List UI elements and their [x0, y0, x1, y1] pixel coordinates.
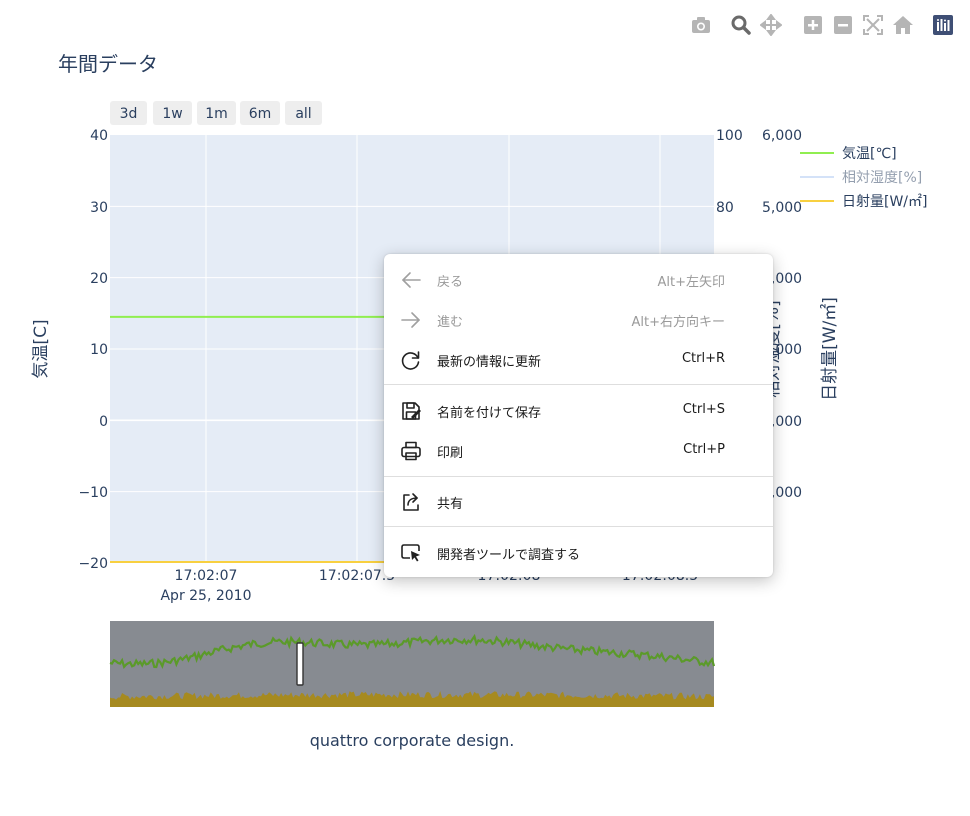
range-button-1w[interactable]: 1w — [153, 101, 192, 125]
menu-item-label: 共有 — [437, 497, 464, 512]
save-icon — [400, 400, 422, 422]
y-left-tick: 40 — [90, 128, 108, 144]
range-button-3d[interactable]: 3d — [110, 101, 147, 125]
y-right1-tick: 100 — [716, 128, 743, 144]
refresh-icon — [400, 349, 422, 371]
legend-label: 日射量[W/㎡] — [842, 194, 927, 210]
y-left-ticks: 40 30 20 10 0 −10 −20 — [78, 128, 108, 572]
menu-item-label: 最新の情報に更新 — [437, 355, 542, 370]
menu-item-save-as[interactable]: 名前を付けて保存 Ctrl+S — [384, 391, 773, 431]
menu-item-back[interactable]: 戻る Alt+左矢印 — [384, 260, 773, 300]
range-button-label: 1m — [205, 106, 228, 122]
legend-label: 気温[℃] — [842, 146, 897, 162]
menu-item-shortcut: Ctrl+P — [683, 442, 725, 457]
y-left-tick: −10 — [78, 485, 108, 501]
legend: 気温[℃] 相対湿度[%] 日射量[W/㎡] — [800, 146, 927, 210]
y-left-tick: 0 — [99, 414, 108, 430]
print-icon — [400, 440, 422, 462]
menu-item-label: 進む — [437, 315, 464, 330]
menu-item-label: 戻る — [437, 275, 464, 290]
chart-title: 年間データ — [58, 52, 158, 76]
x-tick-date: Apr 25, 2010 — [160, 588, 251, 604]
devtools-icon — [400, 542, 422, 564]
y-right2-axis-label: 日射量[W/㎡] — [820, 297, 840, 401]
back-arrow-icon — [400, 269, 422, 291]
y-right2-tick: 5,000 — [762, 200, 802, 216]
menu-item-shortcut: Alt+左矢印 — [657, 275, 726, 290]
range-slider-handle[interactable] — [296, 642, 304, 686]
range-button-label: 1w — [162, 106, 182, 122]
forward-arrow-icon — [400, 309, 422, 331]
range-button-6m[interactable]: 6m — [240, 101, 280, 125]
y-right1-ticks: 100 80 — [716, 128, 743, 216]
menu-separator — [384, 384, 773, 385]
legend-item-solar[interactable]: 日射量[W/㎡] — [800, 194, 927, 210]
y-right2-tick: 6,000 — [762, 128, 802, 144]
legend-label: 相対湿度[%] — [842, 170, 922, 186]
y-left-tick: −20 — [78, 556, 108, 572]
range-button-label: 3d — [120, 106, 138, 122]
menu-item-label: 印刷 — [437, 446, 464, 461]
menu-item-shortcut: Ctrl+R — [681, 351, 725, 366]
y-right1-tick: 80 — [716, 200, 734, 216]
menu-item-print[interactable]: 印刷 Ctrl+P — [384, 431, 773, 471]
range-button-all[interactable]: all — [285, 101, 322, 125]
menu-item-label: 名前を付けて保存 — [437, 406, 542, 421]
y-left-tick: 10 — [90, 342, 108, 358]
range-slider[interactable] — [109, 621, 716, 707]
y-left-tick: 20 — [90, 271, 108, 287]
range-button-label: all — [295, 106, 311, 122]
menu-item-label: 開発者ツールで調査する — [437, 548, 581, 563]
menu-separator — [384, 526, 773, 527]
menu-item-inspect[interactable]: 開発者ツールで調査する — [384, 533, 773, 573]
menu-item-shortcut: Ctrl+S — [682, 402, 725, 417]
share-icon — [400, 491, 422, 513]
legend-item-temperature[interactable]: 気温[℃] — [800, 146, 897, 162]
range-button-1m[interactable]: 1m — [197, 101, 236, 125]
range-selector: 3d 1w 1m 6m all — [110, 101, 322, 125]
x-tick: 17:02:07 — [175, 568, 238, 584]
menu-item-share[interactable]: 共有 — [384, 482, 773, 522]
menu-item-forward[interactable]: 進む Alt+右方向キー — [384, 300, 773, 340]
legend-item-humidity[interactable]: 相対湿度[%] — [800, 170, 922, 186]
y-left-tick: 30 — [90, 200, 108, 216]
annotation-text: quattro corporate design. — [310, 731, 515, 750]
range-button-label: 6m — [249, 106, 272, 122]
menu-separator — [384, 476, 773, 477]
menu-item-refresh[interactable]: 最新の情報に更新 Ctrl+R — [384, 340, 773, 380]
context-menu: 戻る Alt+左矢印 進む Alt+右方向キー 最新の情報に更新 Ctrl+R … — [384, 254, 773, 577]
y-left-axis-label: 気温[C] — [31, 319, 51, 378]
menu-item-shortcut: Alt+右方向キー — [631, 315, 726, 330]
